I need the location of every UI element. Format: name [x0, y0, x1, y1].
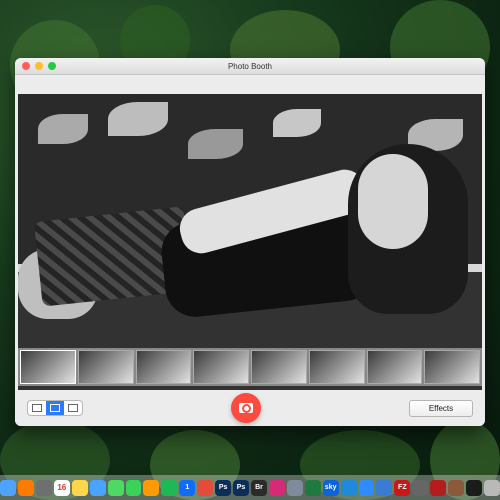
- single-photo-view-button[interactable]: [46, 401, 64, 415]
- dock: 16 1 Ps Ps Br sky FZ: [0, 475, 500, 500]
- dock-finder-icon[interactable]: [0, 479, 17, 496]
- bottom-toolbar: Effects: [15, 390, 485, 426]
- thumbnail[interactable]: [424, 350, 480, 384]
- dock-messages-icon[interactable]: [107, 479, 124, 496]
- dock-excel-icon[interactable]: [304, 479, 321, 496]
- dock-photoshop-alt-icon[interactable]: Ps: [233, 479, 249, 496]
- dock-firefox-icon[interactable]: [18, 479, 34, 496]
- dock-notes-icon[interactable]: [71, 479, 88, 496]
- dock-instagram-icon[interactable]: [268, 479, 285, 496]
- effects-button[interactable]: Effects: [409, 399, 473, 417]
- dock-launchpad-icon[interactable]: [35, 479, 52, 496]
- dock-cat-icon[interactable]: [448, 479, 465, 496]
- dock-sky-icon[interactable]: sky: [322, 479, 339, 496]
- thumbnail[interactable]: [193, 350, 249, 384]
- dock-bridge-icon[interactable]: Br: [251, 479, 267, 496]
- thumbnail[interactable]: [308, 350, 365, 384]
- dock-filezilla-icon[interactable]: FZ: [394, 479, 411, 496]
- dock-scripteditor-icon[interactable]: [286, 479, 303, 496]
- grid-icon: [32, 404, 42, 412]
- dock-trash-icon[interactable]: [483, 479, 500, 496]
- movie-clip-view-button[interactable]: [64, 401, 82, 415]
- dock-vscode-icon[interactable]: [340, 479, 357, 496]
- dock-vmware-icon[interactable]: [376, 479, 393, 496]
- four-up-view-button[interactable]: [28, 401, 46, 415]
- take-photo-button[interactable]: [231, 393, 261, 423]
- dock-facetime-icon[interactable]: [125, 479, 142, 496]
- face: [358, 154, 428, 249]
- thumbnail[interactable]: [366, 350, 423, 384]
- dock-mail-icon[interactable]: [89, 479, 106, 496]
- thumbnail[interactable]: [135, 350, 192, 384]
- thumbnail[interactable]: [20, 350, 76, 384]
- thumbnail[interactable]: [77, 350, 134, 384]
- dock-chrome-icon[interactable]: [197, 479, 214, 496]
- view-mode-control: [27, 400, 83, 416]
- dock-preview-icon[interactable]: [412, 479, 429, 496]
- camera-icon: [239, 403, 253, 413]
- dock-spotify-icon[interactable]: [161, 479, 178, 496]
- single-photo-icon: [50, 404, 60, 412]
- dock-photoshop-icon[interactable]: Ps: [215, 479, 232, 496]
- dock-onepassword-icon[interactable]: 1: [179, 479, 196, 496]
- photo-strip: [18, 348, 482, 386]
- dock-calendar-icon[interactable]: 16: [53, 479, 70, 496]
- window-titlebar: Photo Booth: [15, 58, 485, 75]
- dock-photo-booth-icon[interactable]: [430, 479, 447, 496]
- thumbnail[interactable]: [251, 350, 307, 384]
- window-title: Photo Booth: [227, 61, 273, 71]
- dock-photos-icon[interactable]: [143, 479, 160, 496]
- movie-clip-icon: [68, 404, 78, 412]
- dock-terminal-icon[interactable]: [466, 479, 482, 496]
- dock-safari-icon[interactable]: [358, 479, 375, 496]
- photo-booth-window: Photo Booth Effects: [15, 58, 485, 426]
